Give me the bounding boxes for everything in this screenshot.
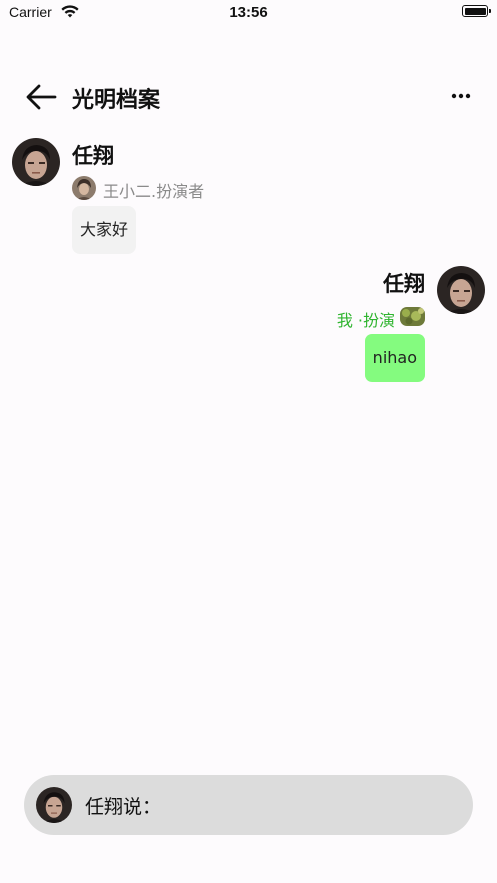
role-avatar [400,307,425,326]
message-bubble[interactable]: nihao [364,334,425,382]
role-label: 我 ·扮演 [336,311,395,330]
page-title: 光明档案 [72,88,161,113]
role-avatar [72,176,96,200]
role-label: 王小二.扮演者 [103,182,205,201]
arrow-left-icon[interactable] [24,82,58,112]
battery-icon [462,5,491,17]
nav-header: 光明档案 [0,72,497,122]
avatar[interactable] [437,266,485,314]
sender-name: 任翔 [72,144,114,168]
avatar[interactable] [12,138,60,186]
message-text: 大家好 [80,220,129,239]
message-composer[interactable]: 任翔说： [24,775,473,835]
status-bar: Carrier 13:56 [0,0,497,28]
message-text: nihao [372,348,417,367]
message-bubble[interactable]: 大家好 [72,206,137,254]
composer-prompt: 任翔说： [85,796,162,818]
composer-avatar [36,787,72,823]
role-line: 我 ·扮演 [305,305,425,330]
more-horizontal-icon[interactable] [449,84,473,108]
sender-name: 任翔 [383,272,425,296]
clock: 13:56 [229,4,268,21]
